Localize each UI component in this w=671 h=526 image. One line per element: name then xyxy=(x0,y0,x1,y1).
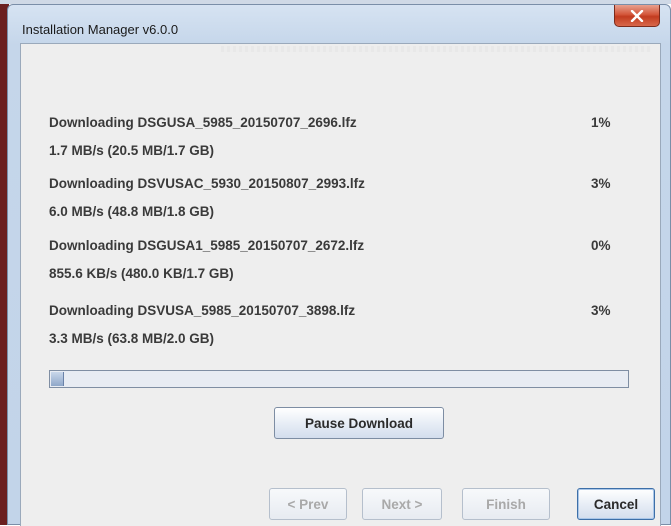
prev-button[interactable]: < Prev xyxy=(269,488,347,520)
download-file-name: Downloading DSGUSA_5985_20150707_2696.lf… xyxy=(49,115,357,130)
progress-bar-fill xyxy=(51,372,64,386)
download-rate: 3.3 MB/s (63.8 MB/2.0 GB) xyxy=(49,331,215,346)
close-button[interactable] xyxy=(614,5,660,27)
download-percent: 0% xyxy=(591,238,611,253)
download-rate: 855.6 KB/s (480.0 KB/1.7 GB) xyxy=(49,266,234,281)
download-file-name: Downloading DSGUSA1_5985_20150707_2672.l… xyxy=(49,238,365,253)
close-icon xyxy=(630,9,644,22)
wizard-content: Downloading DSGUSA_5985_20150707_2696.lf… xyxy=(20,43,661,526)
download-file-name: Downloading DSVUSAC_5930_20150807_2993.l… xyxy=(49,176,365,191)
download-rate: 6.0 MB/s (48.8 MB/1.8 GB) xyxy=(49,204,215,219)
next-button[interactable]: Next > xyxy=(362,488,442,520)
faint-background-text xyxy=(221,46,651,52)
window-title: Installation Manager v6.0.0 xyxy=(22,22,179,37)
installation-manager-window: Installation Manager v6.0.0 Downloading … xyxy=(7,4,671,526)
download-percent: 1% xyxy=(591,115,611,130)
download-rate: 1.7 MB/s (20.5 MB/1.7 GB) xyxy=(49,143,215,158)
finish-button[interactable]: Finish xyxy=(462,488,550,520)
download-percent: 3% xyxy=(591,303,611,318)
cancel-button[interactable]: Cancel xyxy=(577,488,655,520)
pause-download-button[interactable]: Pause Download xyxy=(274,407,444,439)
download-percent: 3% xyxy=(591,176,611,191)
overall-progress-bar xyxy=(49,370,629,388)
download-file-name: Downloading DSVUSA_5985_20150707_3898.lf… xyxy=(49,303,356,318)
